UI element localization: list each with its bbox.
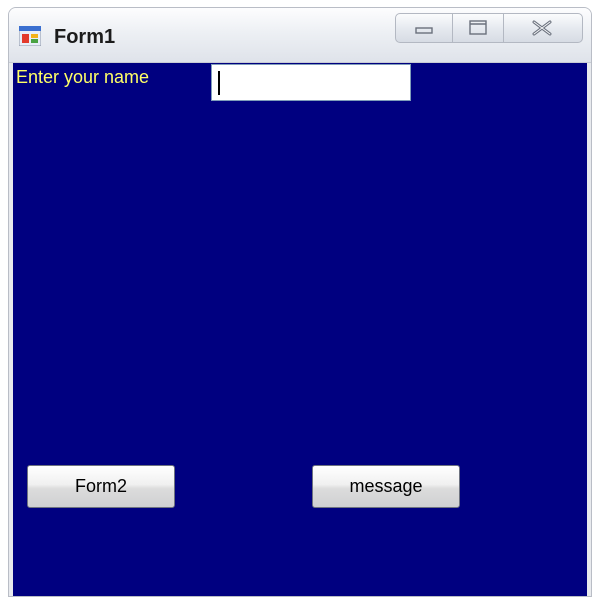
name-input[interactable] [211, 64, 411, 101]
form2-button[interactable]: Form2 [27, 465, 175, 508]
caption-buttons [395, 13, 585, 45]
title-bar[interactable]: Form1 [9, 8, 591, 63]
text-caret [218, 71, 220, 95]
minimize-icon [415, 27, 433, 34]
close-icon [532, 20, 552, 36]
form-client-area: Enter your name Form2 message [13, 63, 587, 596]
minimize-button[interactable] [395, 13, 453, 43]
window-title: Form1 [54, 26, 116, 48]
close-button[interactable] [503, 13, 583, 43]
maximize-icon [469, 20, 487, 35]
app-window: Form1 Enter your name Form2 message [8, 7, 592, 597]
name-label: Enter your name [16, 67, 150, 87]
windows-form-icon [19, 26, 41, 46]
maximize-button[interactable] [452, 13, 504, 43]
message-button[interactable]: message [312, 465, 460, 508]
